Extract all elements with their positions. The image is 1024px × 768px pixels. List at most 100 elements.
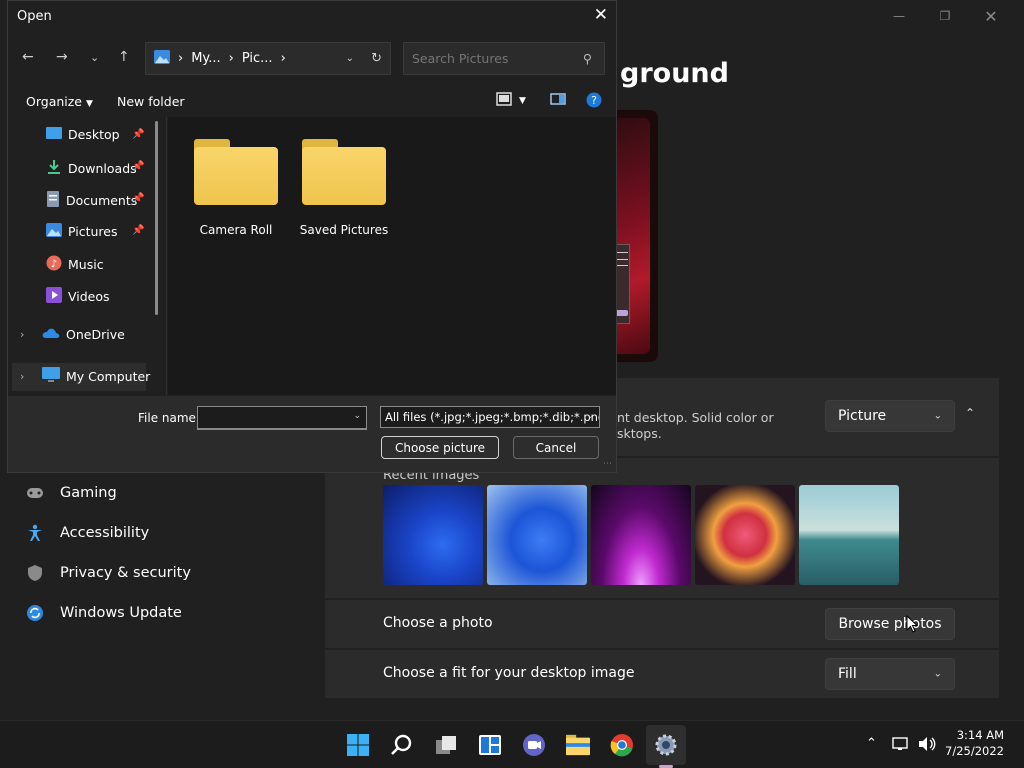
breadcrumb-segment[interactable]: Pic... [242,51,273,66]
nav-item-windows-update[interactable]: Windows Update [26,604,182,622]
task-view-icon[interactable] [434,733,458,757]
recent-image-thumb[interactable] [383,485,483,585]
file-type-select[interactable]: All files (*.jpg;*.jpeg;*.bmp;*.dib;*.pn… [380,406,600,428]
breadcrumb-segment[interactable]: My... [191,51,220,66]
help-icon[interactable]: ? [586,92,602,111]
tree-item-documents[interactable]: Documents [46,191,137,210]
dialog-navbar: ← → ⌄ ↑ › My... › Pic... › ⌄ ↻ ⚲ [8,37,616,81]
recent-images-list [383,485,899,585]
download-icon [46,159,62,178]
widgets-icon[interactable] [478,733,502,757]
search-box[interactable]: ⚲ [403,42,605,75]
chat-icon[interactable] [522,733,546,757]
chevron-right-icon[interactable]: › [20,328,36,341]
new-folder-button[interactable]: New folder [117,94,185,109]
nav-item-privacy[interactable]: Privacy & security [26,564,191,582]
pin-icon[interactable]: 📌 [132,129,144,140]
window-controls: — ❐ ✕ [876,6,1014,26]
settings-gear-icon[interactable] [654,733,678,757]
tree-item-pictures[interactable]: Pictures [46,223,118,240]
breadcrumb-separator-icon: › [178,51,184,66]
choose-picture-button[interactable]: Choose picture [381,436,499,459]
folder-saved-pictures[interactable]: Saved Pictures [294,139,394,237]
clock[interactable]: 3:14 AM 7/25/2022 [940,727,1004,759]
choose-photo-row: Choose a photo Browse photos [325,600,999,648]
tree-item-music[interactable]: ♪ Music [46,255,104,274]
search-icon: ⚲ [582,51,592,66]
nav-item-gaming[interactable]: Gaming [26,484,117,502]
resize-grip-icon[interactable]: ⋯ [603,459,612,469]
organize-button[interactable]: Organize ▼ [26,94,93,109]
svg-text:♪: ♪ [51,259,57,270]
pin-icon[interactable]: 📌 [132,193,144,204]
close-window-button[interactable]: ✕ [968,6,1014,26]
choose-photo-label: Choose a photo [383,615,493,631]
recent-image-thumb[interactable] [487,485,587,585]
minimize-button[interactable]: — [876,6,922,26]
breadcrumb-separator-icon: › [228,51,234,66]
browse-photos-button[interactable]: Browse photos [825,608,955,640]
tree-item-desktop[interactable]: Desktop [46,127,120,142]
shield-icon [26,564,44,582]
chevron-up-icon[interactable]: ⌃ [866,736,877,751]
chevron-up-icon[interactable]: ⌃ [965,406,975,420]
back-arrow-icon[interactable]: ← [22,49,34,65]
forward-arrow-icon[interactable]: → [56,49,68,65]
nav-item-accessibility[interactable]: Accessibility [26,524,149,542]
folder-camera-roll[interactable]: Camera Roll [186,139,286,237]
close-icon[interactable]: ✕ [594,5,608,25]
maximize-button[interactable]: ❐ [922,6,968,26]
menu-icon [616,252,628,266]
recent-image-thumb[interactable] [799,485,899,585]
pin-icon[interactable]: 📌 [132,161,144,172]
chevron-right-icon[interactable]: › [20,370,36,383]
tree-item-videos[interactable]: Videos [46,287,110,306]
search-icon[interactable] [390,733,414,757]
view-icon[interactable] [496,92,512,109]
gamepad-icon [26,484,44,502]
svg-text:?: ? [591,94,597,107]
tree-item-onedrive[interactable]: › OneDrive [20,327,125,342]
network-icon[interactable] [892,736,910,756]
tree-item-my-computer[interactable]: › My Computer [20,367,150,386]
cloud-icon [42,327,60,342]
command-bar: Organize ▼ New folder ▼ ? [8,86,616,116]
address-dropdown-icon[interactable]: ⌄ [346,53,354,64]
refresh-icon[interactable]: ↻ [371,51,382,66]
volume-icon[interactable] [918,736,936,756]
open-file-dialog: Open ✕ ← → ⌄ ↑ › My... › Pic... › ⌄ ↻ ⚲ … [7,0,617,473]
start-icon[interactable] [346,733,370,757]
recent-image-thumb[interactable] [591,485,691,585]
choose-fit-row: Choose a fit for your desktop image Fill… [325,650,999,698]
chevron-down-icon[interactable]: ⌄ [353,411,361,421]
computer-icon [42,367,60,386]
pictures-icon [46,223,62,240]
recent-locations-chevron-icon[interactable]: ⌄ [90,51,99,64]
update-icon [26,604,44,622]
desktop-icon [46,127,62,142]
cancel-button[interactable]: Cancel [513,436,599,459]
breadcrumb-separator-icon: › [280,51,286,66]
choose-fit-label: Choose a fit for your desktop image [383,665,635,681]
pin-icon[interactable]: 📌 [132,225,144,236]
search-input[interactable] [412,51,572,66]
background-type-dropdown[interactable]: Picture ⌄ [825,400,955,432]
chrome-icon[interactable] [610,733,634,757]
folder-icon [302,139,386,205]
address-bar[interactable]: › My... › Pic... › ⌄ ↻ [145,42,391,75]
fit-dropdown[interactable]: Fill ⌄ [825,658,955,690]
navigation-tree: Desktop 📌 Downloads 📌 Documents 📌 Pictur… [8,117,168,395]
tree-scrollbar[interactable] [155,121,158,315]
preview-pane-icon[interactable] [550,92,566,109]
file-explorer-icon[interactable] [566,733,590,757]
recent-image-thumb[interactable] [695,485,795,585]
tree-item-downloads[interactable]: Downloads [46,159,137,178]
file-name-combobox[interactable]: ⌄ [197,406,367,430]
view-dropdown-icon[interactable]: ▼ [519,96,526,106]
pane-splitter[interactable] [166,117,167,395]
up-arrow-icon[interactable]: ↑ [118,49,130,65]
dialog-title: Open [17,9,52,24]
document-icon [46,191,60,210]
file-name-label: File name: [138,411,200,425]
file-name-input[interactable] [198,407,348,427]
